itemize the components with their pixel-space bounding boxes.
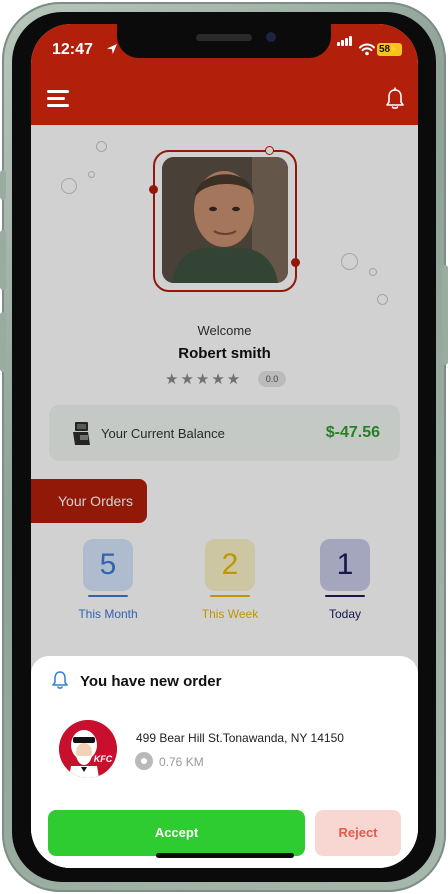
phone-side-button — [0, 230, 6, 290]
phone-side-button — [0, 170, 6, 200]
restaurant-logo: KFC — [59, 720, 117, 778]
wifi-icon — [359, 43, 375, 56]
charging-bolt-icon: ⚡ — [388, 44, 400, 54]
accept-button[interactable]: Accept — [48, 810, 305, 856]
home-indicator[interactable] — [156, 853, 294, 858]
order-distance: 0.76 KM — [159, 755, 204, 769]
speaker-grille — [196, 34, 252, 41]
new-order-title: You have new order — [80, 673, 222, 690]
phone-notch — [117, 24, 331, 58]
reject-button[interactable]: Reject — [315, 810, 401, 856]
hamburger-menu-icon[interactable] — [47, 90, 69, 108]
bell-icon — [52, 671, 68, 689]
new-order-sheet: You have new order KFC 499 Bear Hill St.… — [31, 656, 418, 868]
front-camera — [266, 32, 276, 42]
logo-text: KFC — [94, 754, 113, 764]
location-arrow-icon — [107, 44, 117, 54]
phone-side-button — [0, 312, 6, 372]
kfc-logo: KFC — [59, 720, 117, 778]
app-header: 12:47 58 ⚡ — [31, 24, 418, 125]
status-time: 12:47 — [52, 41, 93, 58]
app-screen: 12:47 58 ⚡ Welcome Robert smith ★★★★★ 0.… — [31, 24, 418, 868]
battery-indicator: 58 ⚡ — [377, 43, 402, 56]
location-pin-icon — [135, 752, 153, 770]
phone-side-button — [442, 265, 448, 365]
bell-icon[interactable] — [384, 87, 406, 111]
order-address: 499 Bear Hill St.Tonawanda, NY 14150 — [136, 731, 344, 745]
